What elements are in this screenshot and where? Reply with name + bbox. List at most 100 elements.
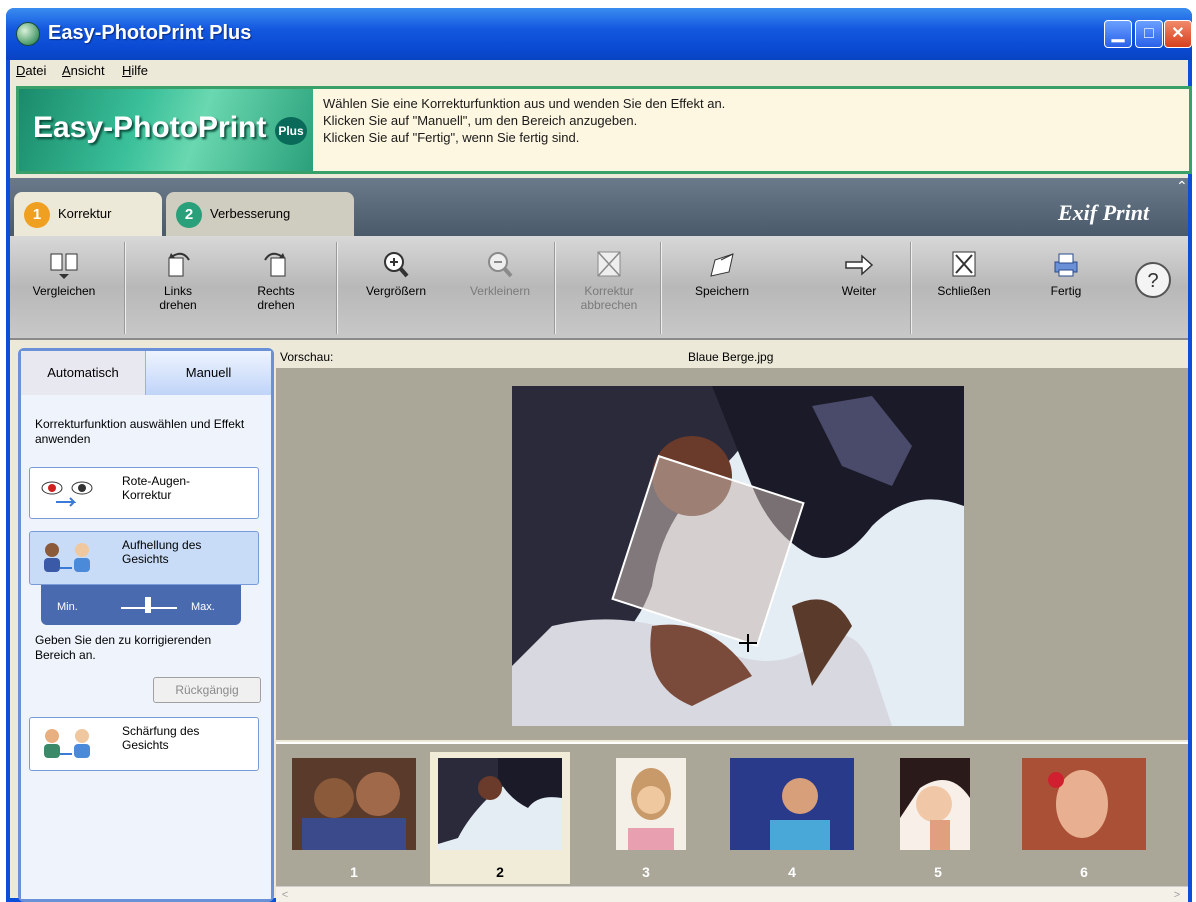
tab-label: Korrektur bbox=[58, 206, 112, 221]
toolbar-separator bbox=[336, 242, 338, 334]
menu-datei[interactable]: Datei bbox=[16, 63, 46, 78]
zoom-in-icon bbox=[384, 252, 409, 278]
maximize-button[interactable]: □ bbox=[1135, 20, 1163, 48]
thumbnail-number: 1 bbox=[350, 864, 358, 880]
banner-message: Wählen Sie eine Korrekturfunktion aus un… bbox=[323, 95, 725, 146]
face-brightening-button[interactable]: Aufhellung des Gesichts bbox=[29, 531, 259, 585]
zoom-in-button[interactable]: Vergrößern bbox=[346, 244, 446, 336]
thumbnail-image bbox=[1022, 758, 1146, 850]
compare-icon bbox=[50, 253, 78, 279]
tab-label: Verbesserung bbox=[210, 206, 291, 221]
cancel-correction-button[interactable]: Korrektur abbrechen bbox=[560, 244, 658, 336]
toolbar-label: Korrektur abbrechen bbox=[580, 284, 638, 312]
panel-description: Korrekturfunktion auswählen und Effekt a… bbox=[35, 417, 245, 446]
save-icon bbox=[710, 253, 734, 277]
banner-message-line: Klicken Sie auf "Fertig", wenn Sie ferti… bbox=[323, 130, 580, 145]
tab-manuell[interactable]: Manuell bbox=[146, 351, 271, 395]
preview-header: Vorschau: Blaue Berge.jpg bbox=[276, 346, 1188, 368]
finish-button[interactable]: Fertig bbox=[1022, 244, 1110, 336]
next-button[interactable]: Weiter bbox=[814, 244, 904, 336]
thumbnail[interactable]: 1 bbox=[284, 752, 424, 884]
preview-filename: Blaue Berge.jpg bbox=[688, 350, 774, 364]
close-icon bbox=[952, 251, 976, 277]
menu-ansicht[interactable]: Ansicht bbox=[62, 63, 105, 78]
function-label: Aufhellung des Gesichts bbox=[122, 538, 202, 566]
preview-area bbox=[276, 368, 1188, 740]
rotate-left-icon bbox=[168, 252, 190, 277]
brightening-slider-panel: Min. Max. bbox=[41, 585, 241, 625]
preview-photo[interactable] bbox=[512, 386, 964, 726]
step-number-badge: 2 bbox=[176, 202, 202, 228]
thumbnail-image bbox=[616, 758, 686, 850]
red-eye-correction-button[interactable]: Rote-Augen-Korrektur bbox=[29, 467, 259, 519]
collapse-icon[interactable]: ⌃ bbox=[1176, 178, 1188, 195]
face-brightening-icon bbox=[44, 543, 90, 572]
thumbnail[interactable]: 6 bbox=[1014, 752, 1154, 884]
minimize-button[interactable]: ▁ bbox=[1104, 20, 1132, 48]
banner-message-line: Klicken Sie auf "Manuell", um den Bereic… bbox=[323, 113, 638, 128]
app-window: Easy-PhotoPrint Plus ▁ □ ✕ Datei Ansicht… bbox=[6, 8, 1192, 902]
rotate-right-button[interactable]: Rechts drehen bbox=[236, 244, 316, 336]
cancel-correction-icon bbox=[597, 251, 621, 277]
thumbnail-number: 4 bbox=[788, 864, 796, 880]
toolbar-label: Vergleichen bbox=[32, 284, 96, 298]
zoom-out-button[interactable]: Verkleinern bbox=[450, 244, 550, 336]
thumbnail-image bbox=[292, 758, 416, 850]
preview-label: Vorschau: bbox=[280, 350, 334, 364]
filmstrip-scrollbar[interactable]: < > bbox=[276, 886, 1188, 902]
step-tabs: 1 Korrektur 2 Verbesserung Exif Print ⌃ bbox=[10, 178, 1188, 236]
slider-thumb[interactable] bbox=[145, 597, 151, 613]
toolbar-separator bbox=[554, 242, 556, 334]
tab-automatisch[interactable]: Automatisch bbox=[21, 351, 146, 395]
filmstrip: 1 2 3 4 5 6 bbox=[276, 742, 1188, 886]
thumbnail[interactable]: 4 bbox=[722, 752, 862, 884]
scroll-left-icon[interactable]: < bbox=[278, 888, 292, 902]
slider-min-label: Min. bbox=[57, 601, 78, 613]
thumbnail-number: 5 bbox=[934, 864, 942, 880]
rotate-right-icon bbox=[264, 252, 286, 277]
thumbnail-selected[interactable]: 2 bbox=[430, 752, 570, 884]
scroll-right-icon[interactable]: > bbox=[1170, 888, 1184, 902]
close-window-button[interactable]: ✕ bbox=[1164, 20, 1192, 48]
app-icon bbox=[16, 22, 40, 46]
toolbar-label: Vergrößern bbox=[365, 284, 427, 298]
thumbnail[interactable]: 5 bbox=[868, 752, 1008, 884]
step-number-badge: 1 bbox=[24, 202, 50, 228]
toolbar-label: Verkleinern bbox=[469, 284, 531, 298]
zoom-out-icon bbox=[488, 252, 513, 278]
compare-button[interactable]: Vergleichen bbox=[10, 244, 118, 336]
help-button[interactable]: ? bbox=[1122, 244, 1184, 336]
toolbar: Vergleichen Links drehen Rechts drehen V… bbox=[10, 236, 1188, 340]
toolbar-label: Rechts drehen bbox=[257, 284, 295, 312]
rotate-left-button[interactable]: Links drehen bbox=[138, 244, 218, 336]
svg-text:?: ? bbox=[1147, 270, 1158, 292]
preview-photo-image bbox=[512, 386, 964, 726]
instruction-banner: Easy-PhotoPrint Plus Wählen Sie eine Kor… bbox=[16, 86, 1192, 174]
banner-message-line: Wählen Sie eine Korrekturfunktion aus un… bbox=[323, 96, 726, 111]
red-eye-icon bbox=[41, 481, 93, 507]
toolbar-label: Speichern bbox=[694, 284, 750, 298]
tab-korrektur[interactable]: 1 Korrektur bbox=[14, 192, 162, 236]
menu-hilfe[interactable]: Hilfe bbox=[122, 63, 148, 78]
toolbar-label: Schließen bbox=[937, 284, 991, 298]
title-bar[interactable]: Easy-PhotoPrint Plus ▁ □ ✕ bbox=[6, 8, 1192, 60]
thumbnail-image bbox=[900, 758, 970, 850]
mode-tabs: Automatisch Manuell bbox=[21, 351, 271, 395]
logo-plus-badge: Plus bbox=[275, 117, 307, 145]
close-button[interactable]: Schließen bbox=[916, 244, 1012, 336]
tab-verbesserung[interactable]: 2 Verbesserung bbox=[166, 192, 354, 236]
thumbnail[interactable]: 3 bbox=[576, 752, 716, 884]
manual-panel-body: Korrekturfunktion auswählen und Effekt a… bbox=[21, 395, 271, 899]
area-hint: Geben Sie den zu korrigierenden Bereich … bbox=[35, 633, 212, 662]
function-label: Schärfung des Gesichts bbox=[122, 724, 200, 752]
window-title: Easy-PhotoPrint Plus bbox=[48, 22, 252, 44]
toolbar-label: Weiter bbox=[841, 284, 877, 298]
undo-button[interactable]: Rückgängig bbox=[153, 677, 261, 703]
correction-panel: Automatisch Manuell Korrekturfunktion au… bbox=[18, 348, 274, 902]
slider-max-label: Max. bbox=[191, 601, 215, 613]
save-button[interactable]: Speichern bbox=[672, 244, 772, 336]
toolbar-separator bbox=[124, 242, 126, 334]
toolbar-label: Links drehen bbox=[159, 284, 197, 312]
printer-icon bbox=[1054, 253, 1078, 277]
face-sharpening-button[interactable]: Schärfung des Gesichts bbox=[29, 717, 259, 771]
